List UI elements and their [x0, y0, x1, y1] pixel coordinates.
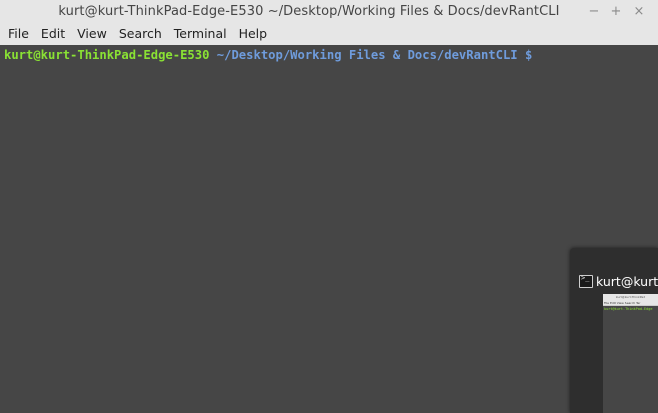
terminal-area[interactable]: kurt@kurt-ThinkPad-Edge-E530 ~/Desktop/W…: [0, 45, 658, 413]
prompt-user-host: kurt@kurt-ThinkPad-Edge-E530: [4, 48, 210, 62]
menu-help[interactable]: Help: [234, 23, 273, 45]
thumb-prompt: kurt@kurt-ThinkPad-Edge: [604, 307, 653, 311]
menu-edit[interactable]: Edit: [36, 23, 70, 45]
shell-prompt: kurt@kurt-ThinkPad-Edge-E530 ~/Desktop/W…: [4, 48, 547, 62]
minimize-button[interactable]: −: [585, 2, 603, 20]
preview-title-text: kurt@kurt-T: [596, 274, 658, 289]
window-title: kurt@kurt-ThinkPad-Edge-E530 ~/Desktop/W…: [58, 4, 560, 19]
menu-terminal[interactable]: Terminal: [169, 23, 232, 45]
menu-search[interactable]: Search: [114, 23, 167, 45]
menu-file[interactable]: File: [3, 23, 34, 45]
text-cursor: [539, 48, 547, 61]
terminal-window: kurt@kurt-ThinkPad-Edge-E530 ~/Desktop/W…: [0, 0, 658, 413]
menu-view[interactable]: View: [72, 23, 112, 45]
close-button[interactable]: ×: [630, 2, 648, 20]
preview-thumbnail[interactable]: kurt@kurt-ThinkPad File Edit View Search…: [603, 294, 658, 413]
maximize-button[interactable]: +: [607, 2, 625, 20]
terminal-icon: [579, 274, 593, 288]
preview-title: kurt@kurt-T: [579, 274, 658, 289]
prompt-path: ~/Desktop/Working Files & Docs/devRantCL…: [209, 48, 533, 62]
title-bar[interactable]: kurt@kurt-ThinkPad-Edge-E530 ~/Desktop/W…: [0, 0, 658, 23]
menu-bar: File Edit View Search Terminal Help: [0, 23, 658, 46]
window-preview-popup[interactable]: kurt@kurt-T kurt@kurt-ThinkPad File Edit…: [570, 248, 658, 413]
